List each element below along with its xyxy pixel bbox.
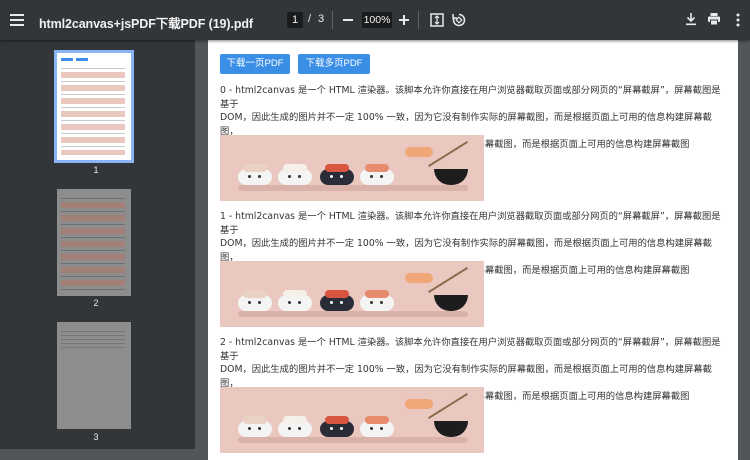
pdf-toolbar: html2canvas+jsPDF下载PDF (19).pdf 1 / 3 10… <box>0 0 750 40</box>
zoom-input[interactable]: 100% <box>362 12 392 28</box>
pdf-page: 下载一页PDF 下载多页PDF 0 - html2canvas 是一个 HTML… <box>208 40 738 460</box>
sushi-illustration <box>220 387 484 453</box>
sushi-illustration <box>220 261 484 327</box>
toolbar-divider <box>332 11 333 29</box>
rotate-icon[interactable] <box>451 12 467 33</box>
sushi-illustration <box>220 135 484 201</box>
more-vert-icon[interactable] <box>736 13 740 32</box>
download-multi-page-button[interactable]: 下载多页PDF <box>298 54 370 74</box>
fit-page-icon[interactable] <box>430 13 444 32</box>
page-number-input[interactable]: 1 <box>287 12 303 28</box>
thumbnail-sidebar: 1 2 3 <box>0 40 195 449</box>
plus-icon[interactable] <box>399 13 411 27</box>
menu-icon[interactable] <box>10 12 24 28</box>
page-thumbnail-number: 3 <box>93 432 99 442</box>
print-icon[interactable] <box>707 12 721 31</box>
page-thumbnail-2[interactable] <box>57 189 131 296</box>
minus-icon[interactable] <box>343 19 353 21</box>
download-one-page-button[interactable]: 下载一页PDF <box>220 54 290 74</box>
toolbar-divider <box>418 11 419 29</box>
page-thumbnail-3[interactable] <box>57 322 131 429</box>
page-thumbnail-number: 1 <box>93 165 99 175</box>
text-line: 0 - html2canvas 是一个 HTML 渲染器。该脚本允许你直接在用户… <box>220 85 721 110</box>
text-line: 2 - html2canvas 是一个 HTML 渲染器。该脚本允许你直接在用户… <box>220 337 721 362</box>
document-title: html2canvas+jsPDF下载PDF (19).pdf <box>39 17 253 31</box>
text-line: 1 - html2canvas 是一个 HTML 渲染器。该脚本允许你直接在用户… <box>220 211 721 236</box>
page-thumbnail-number: 2 <box>93 298 99 308</box>
page-total: 3 <box>318 13 325 25</box>
page-separator: / <box>308 13 312 25</box>
download-icon[interactable] <box>685 12 697 31</box>
page-thumbnail-1[interactable] <box>54 50 134 163</box>
document-viewer[interactable]: 下载一页PDF 下载多页PDF 0 - html2canvas 是一个 HTML… <box>195 40 750 460</box>
